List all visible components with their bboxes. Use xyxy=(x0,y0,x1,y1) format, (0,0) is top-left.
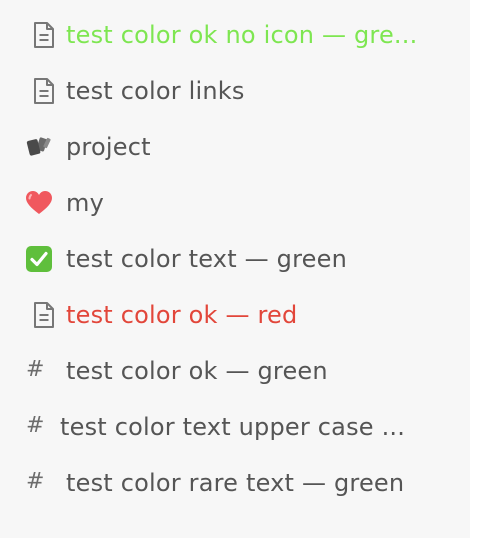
red-heart-icon xyxy=(25,189,53,217)
sidebar-item-label: test color rare text — green xyxy=(66,469,405,497)
sidebar-item-label: project xyxy=(66,133,151,161)
sidebar-item-test-color-text-upper-case[interactable]: # test color text upper case ... xyxy=(0,399,470,455)
cards-icon xyxy=(25,133,53,161)
document-icon xyxy=(30,77,58,105)
sidebar-item-project[interactable]: project xyxy=(0,119,470,175)
sidebar-item-my[interactable]: my xyxy=(0,175,470,231)
hash-icon: # xyxy=(26,469,45,494)
hash-icon: # xyxy=(26,413,45,438)
sidebar-item-test-color-ok-red[interactable]: test color ok — red xyxy=(0,287,470,343)
sidebar-item-label: test color text upper case ... xyxy=(60,413,406,441)
sidebar-item-label: test color ok no icon — gre... xyxy=(66,21,418,49)
sidebar-item-label: my xyxy=(66,189,104,217)
sidebar-item-label: test color ok — green xyxy=(66,357,328,385)
sidebar-item-label: test color text — green xyxy=(66,245,347,273)
sidebar-item-test-color-ok-no-icon[interactable]: test color ok no icon — gre... xyxy=(0,7,470,63)
sidebar-item-label: test color links xyxy=(66,77,245,105)
sidebar-item-label: test color ok — red xyxy=(66,301,298,329)
document-icon xyxy=(30,21,58,49)
sidebar-page-list: test color ok no icon — gre... test colo… xyxy=(0,0,470,538)
hash-icon: # xyxy=(26,357,45,382)
document-icon xyxy=(30,301,58,329)
check-mark-icon xyxy=(25,245,53,273)
sidebar-item-test-color-ok-green[interactable]: # test color ok — green xyxy=(0,343,470,399)
sidebar-item-test-color-text-green[interactable]: test color text — green xyxy=(0,231,470,287)
sidebar-item-test-color-links[interactable]: test color links xyxy=(0,63,470,119)
sidebar-item-test-color-rare-text-green[interactable]: # test color rare text — green xyxy=(0,455,470,511)
